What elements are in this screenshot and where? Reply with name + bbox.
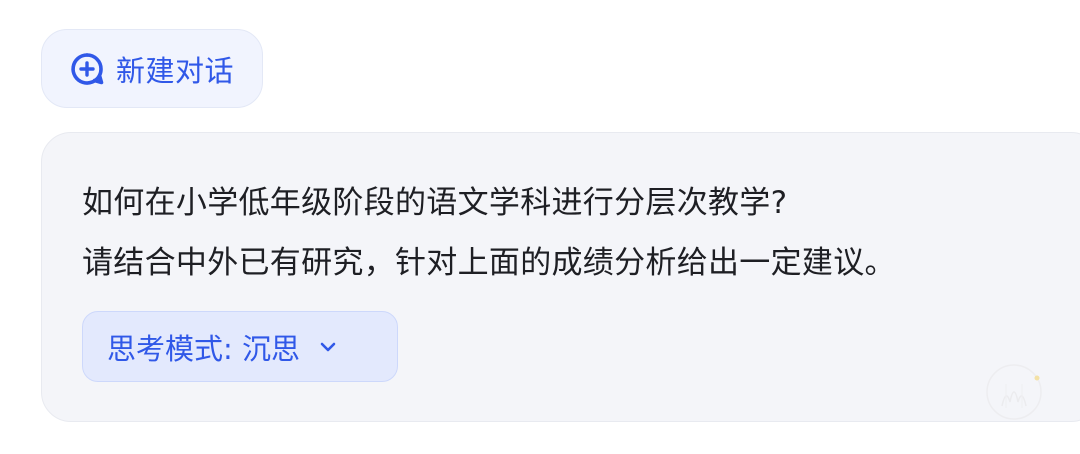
- chat-panel: 新建对话 如何在小学低年级阶段的语文学科进行分层次教学? 请结合中外已有研究，针…: [0, 0, 1080, 454]
- message-line: 请结合中外已有研究，针对上面的成绩分析给出一定建议。: [82, 245, 896, 281]
- thinking-mode-label: 思考模式: 沉思: [107, 331, 300, 366]
- new-chat-label: 新建对话: [116, 53, 235, 88]
- chat-plus-icon: [69, 51, 105, 87]
- new-chat-button[interactable]: 新建对话: [41, 29, 263, 108]
- thinking-mode-selector[interactable]: 思考模式: 沉思: [82, 311, 398, 382]
- message-line: 如何在小学低年级阶段的语文学科进行分层次教学?: [82, 185, 788, 221]
- user-message-card: 如何在小学低年级阶段的语文学科进行分层次教学? 请结合中外已有研究，针对上面的成…: [41, 132, 1080, 422]
- chevron-down-icon: [318, 337, 338, 357]
- watermark-logo: [984, 362, 1044, 422]
